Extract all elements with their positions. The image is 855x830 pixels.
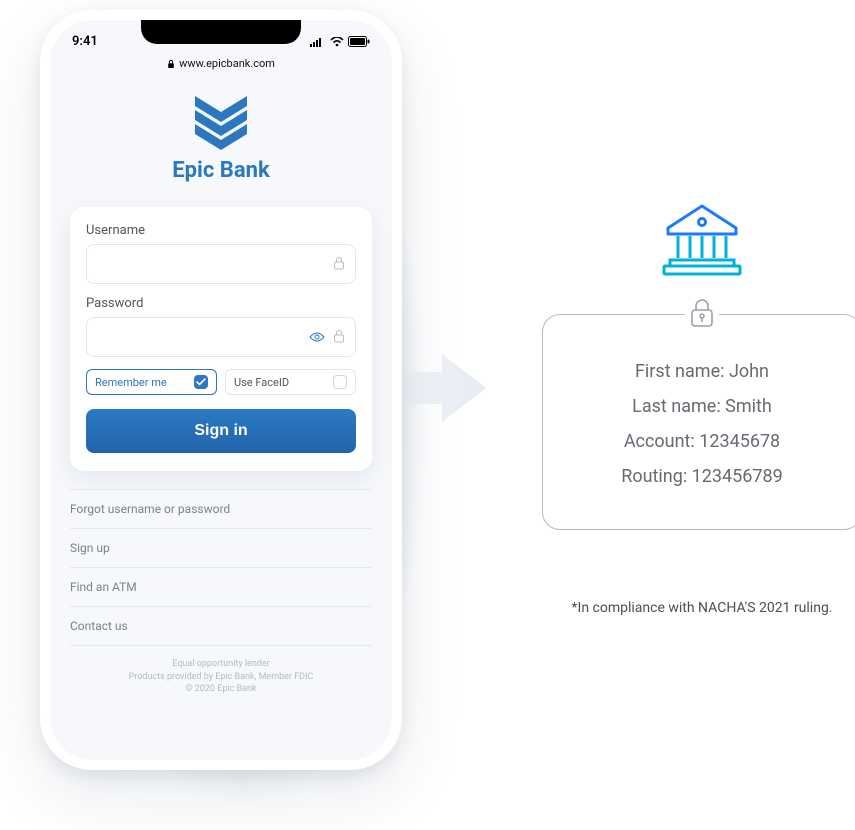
bank-logo-icon	[189, 94, 253, 150]
compliance-note: *In compliance with NACHA'S 2021 ruling.	[542, 600, 855, 616]
password-field[interactable]	[86, 317, 356, 357]
info-first-name: First name: John	[563, 361, 841, 382]
eye-icon	[309, 331, 325, 343]
lock-icon	[689, 298, 715, 328]
padlock-icon	[333, 256, 345, 270]
username-label: Username	[86, 223, 356, 238]
wifi-icon	[330, 37, 344, 47]
login-card: Username Password	[70, 207, 372, 471]
status-time: 9:41	[72, 34, 98, 49]
info-last-name: Last name: Smith	[563, 396, 841, 417]
link-forgot[interactable]: Forgot username or password	[70, 489, 372, 528]
link-atm[interactable]: Find an ATM	[70, 567, 372, 606]
remember-me-toggle[interactable]: Remember me	[86, 369, 217, 395]
check-icon	[196, 378, 206, 386]
lock-icon	[167, 59, 175, 69]
battery-icon	[348, 36, 370, 47]
footer-line-1: Equal opportunity lender	[50, 658, 392, 671]
padlock-icon	[333, 329, 345, 343]
footer-line-3: © 2020 Epic Bank	[50, 683, 392, 696]
info-account: Account: 12345678	[563, 431, 841, 452]
password-label: Password	[86, 296, 356, 311]
brand-title: Epic Bank	[50, 158, 392, 183]
remember-label: Remember me	[95, 376, 167, 389]
signal-icon	[310, 37, 326, 47]
link-contact[interactable]: Contact us	[70, 606, 372, 646]
phone-mockup: 9:41 www.epicbank.com	[40, 10, 402, 770]
faceid-label: Use FaceID	[234, 376, 289, 389]
account-info-box: First name: John Last name: Smith Accoun…	[542, 314, 855, 530]
url-text: www.epicbank.com	[179, 57, 275, 70]
info-routing: Routing: 123456789	[563, 466, 841, 487]
username-field[interactable]	[86, 244, 356, 284]
faceid-toggle[interactable]: Use FaceID	[225, 369, 356, 395]
url-bar: www.epicbank.com	[50, 55, 392, 78]
footer-legal: Equal opportunity lender Products provid…	[50, 658, 392, 696]
footer-line-2: Products provided by Epic Bank, Member F…	[50, 671, 392, 684]
signin-button[interactable]: Sign in	[86, 409, 356, 453]
institution-icon	[658, 194, 746, 282]
link-signup[interactable]: Sign up	[70, 528, 372, 567]
